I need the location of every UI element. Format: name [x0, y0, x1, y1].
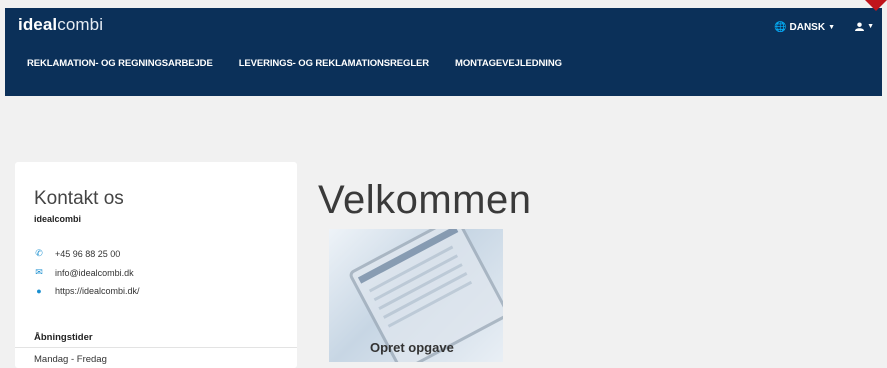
tile-label: Opret opgave [370, 340, 454, 355]
website-row[interactable]: ● https://idealcombi.dk/ [34, 286, 140, 296]
opening-hours-title: Åbningstider [34, 332, 93, 343]
nav-montage[interactable]: MONTAGEVEJLEDNING [455, 58, 562, 69]
nav-reklamation[interactable]: REKLAMATION- OG REGNINGSARBEJDE [27, 58, 213, 69]
company-name: idealcombi [34, 214, 82, 224]
main-nav: REKLAMATION- OG REGNINGSARBEJDE LEVERING… [27, 58, 562, 69]
website-value: https://idealcombi.dk/ [55, 286, 140, 296]
chevron-down-icon: ▼ [867, 23, 874, 30]
contact-card: Kontakt os idealcombi ✆ +45 96 88 25 00 … [15, 162, 297, 368]
email-value: info@idealcombi.dk [55, 267, 134, 278]
brand-logo[interactable]: idealcombi [18, 15, 103, 35]
contact-title: Kontakt os [34, 188, 124, 209]
user-menu[interactable]: ▼ [855, 22, 874, 31]
language-dropdown[interactable]: 🌐 DANSK ▼ [774, 22, 835, 33]
chevron-down-icon: ▼ [828, 24, 835, 31]
language-label: DANSK [789, 22, 826, 33]
phone-row[interactable]: ✆ +45 96 88 25 00 [34, 248, 120, 259]
phone-icon: ✆ [35, 248, 43, 258]
nav-leverings[interactable]: LEVERINGS- OG REKLAMATIONSREGLER [239, 58, 429, 69]
divider [15, 347, 297, 348]
user-icon [855, 22, 865, 31]
globe-icon: 🌐 [774, 22, 787, 33]
page-title: Velkommen [318, 178, 532, 222]
email-row[interactable]: ✉ info@idealcombi.dk [34, 267, 134, 278]
create-task-tile[interactable]: Opret opgave [329, 229, 503, 362]
globe-icon: ● [36, 286, 42, 296]
envelope-icon: ✉ [35, 267, 43, 277]
phone-value: +45 96 88 25 00 [55, 248, 121, 259]
top-header: idealcombi 🌐 DANSK ▼ ▼ REKLAMATION- OG R… [5, 8, 882, 96]
opening-hours-row: Mandag - Fredag [34, 354, 107, 365]
corner-marker [865, 0, 887, 11]
